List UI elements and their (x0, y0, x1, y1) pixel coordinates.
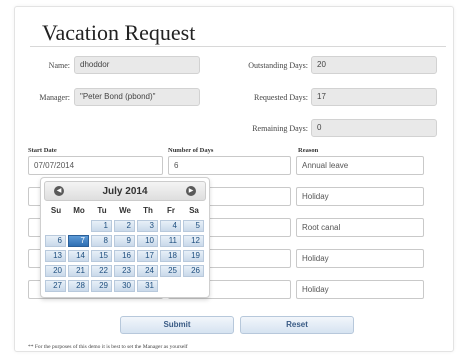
title-divider (30, 46, 446, 47)
requested-days-field: 17 (311, 88, 437, 106)
datepicker-header: ◀ July 2014 ▶ (44, 181, 206, 201)
number-of-days-header: Number of Days (168, 147, 214, 154)
start-date-input-1[interactable]: 07/07/2014 (28, 156, 163, 175)
calendar-day[interactable]: 16 (114, 250, 135, 262)
name-label: Name: (48, 61, 70, 70)
manager-field: "Peter Bond (pbond)" (74, 88, 200, 106)
calendar-day[interactable]: 13 (45, 250, 66, 262)
calendar-day[interactable]: 24 (137, 265, 158, 277)
calendar-day[interactable]: 15 (91, 250, 112, 262)
calendar-day[interactable]: 19 (183, 250, 204, 262)
calendar-day[interactable]: 3 (137, 220, 158, 232)
requested-days-label: Requested Days: (254, 93, 308, 102)
reason-input-4[interactable]: Holiday (296, 249, 424, 268)
reason-input-3[interactable]: Root canal (296, 218, 424, 237)
calendar-day[interactable]: 18 (160, 250, 181, 262)
calendar-day[interactable]: 2 (114, 220, 135, 232)
footnote: ** For the purposes of this demo it is b… (28, 344, 188, 350)
calendar-day[interactable]: 27 (45, 280, 66, 292)
calendar-day[interactable]: 5 (183, 220, 204, 232)
datepicker-popup: ◀ July 2014 ▶ Su Mo Tu We Th Fr Sa 1 2 3 4 5 6 7 8 9 10… (40, 177, 210, 298)
weekday-label: We (119, 206, 131, 215)
weekday-label: Sa (189, 206, 199, 215)
start-date-header: Start Date (28, 147, 57, 154)
submit-button[interactable]: Submit (120, 316, 234, 334)
weekday-label: Mo (73, 206, 85, 215)
calendar-day[interactable]: 4 (160, 220, 181, 232)
calendar-day[interactable]: 30 (114, 280, 135, 292)
calendar-day[interactable]: 6 (45, 235, 66, 247)
calendar-day[interactable]: 12 (183, 235, 204, 247)
next-month-icon[interactable]: ▶ (186, 186, 196, 196)
reason-input-1[interactable]: Annual leave (296, 156, 424, 175)
calendar-day[interactable]: 10 (137, 235, 158, 247)
reason-input-5[interactable]: Holiday (296, 280, 424, 299)
calendar-day[interactable]: 25 (160, 265, 181, 277)
calendar-day[interactable]: 21 (68, 265, 89, 277)
remaining-days-field: 0 (311, 119, 437, 137)
page-title: Vacation Request (42, 20, 196, 45)
weekday-label: Su (50, 206, 62, 215)
outstanding-days-label: Outstanding Days: (248, 61, 308, 70)
calendar-day[interactable]: 23 (114, 265, 135, 277)
selected-day[interactable]: 7 (68, 235, 89, 247)
calendar-day[interactable]: 1 (91, 220, 112, 232)
calendar-day[interactable]: 11 (160, 235, 181, 247)
calendar-day[interactable]: 28 (68, 280, 89, 292)
prev-month-icon[interactable]: ◀ (54, 186, 64, 196)
calendar-day[interactable]: 8 (91, 235, 112, 247)
calendar-day[interactable]: 22 (91, 265, 112, 277)
calendar-day[interactable]: 9 (114, 235, 135, 247)
calendar-day[interactable]: 17 (137, 250, 158, 262)
name-field: dhoddor (74, 56, 200, 74)
reset-button[interactable]: Reset (240, 316, 354, 334)
calendar-day[interactable]: 20 (45, 265, 66, 277)
reason-input-2[interactable]: Holiday (296, 187, 424, 206)
weekday-label: Tu (97, 206, 107, 215)
remaining-days-label: Remaining Days: (252, 124, 308, 133)
days-input-1[interactable]: 6 (168, 156, 291, 175)
manager-label: Manager: (39, 93, 70, 102)
datepicker-month-title: July 2014 (102, 186, 148, 197)
weekday-label: Fr (167, 206, 175, 215)
calendar-day[interactable]: 26 (183, 265, 204, 277)
outstanding-days-field: 20 (311, 56, 437, 74)
reason-header: Reason (298, 147, 319, 154)
calendar-day[interactable]: 31 (137, 280, 158, 292)
calendar-day[interactable]: 14 (68, 250, 89, 262)
calendar-day[interactable]: 29 (91, 280, 112, 292)
weekday-label: Th (143, 206, 153, 215)
